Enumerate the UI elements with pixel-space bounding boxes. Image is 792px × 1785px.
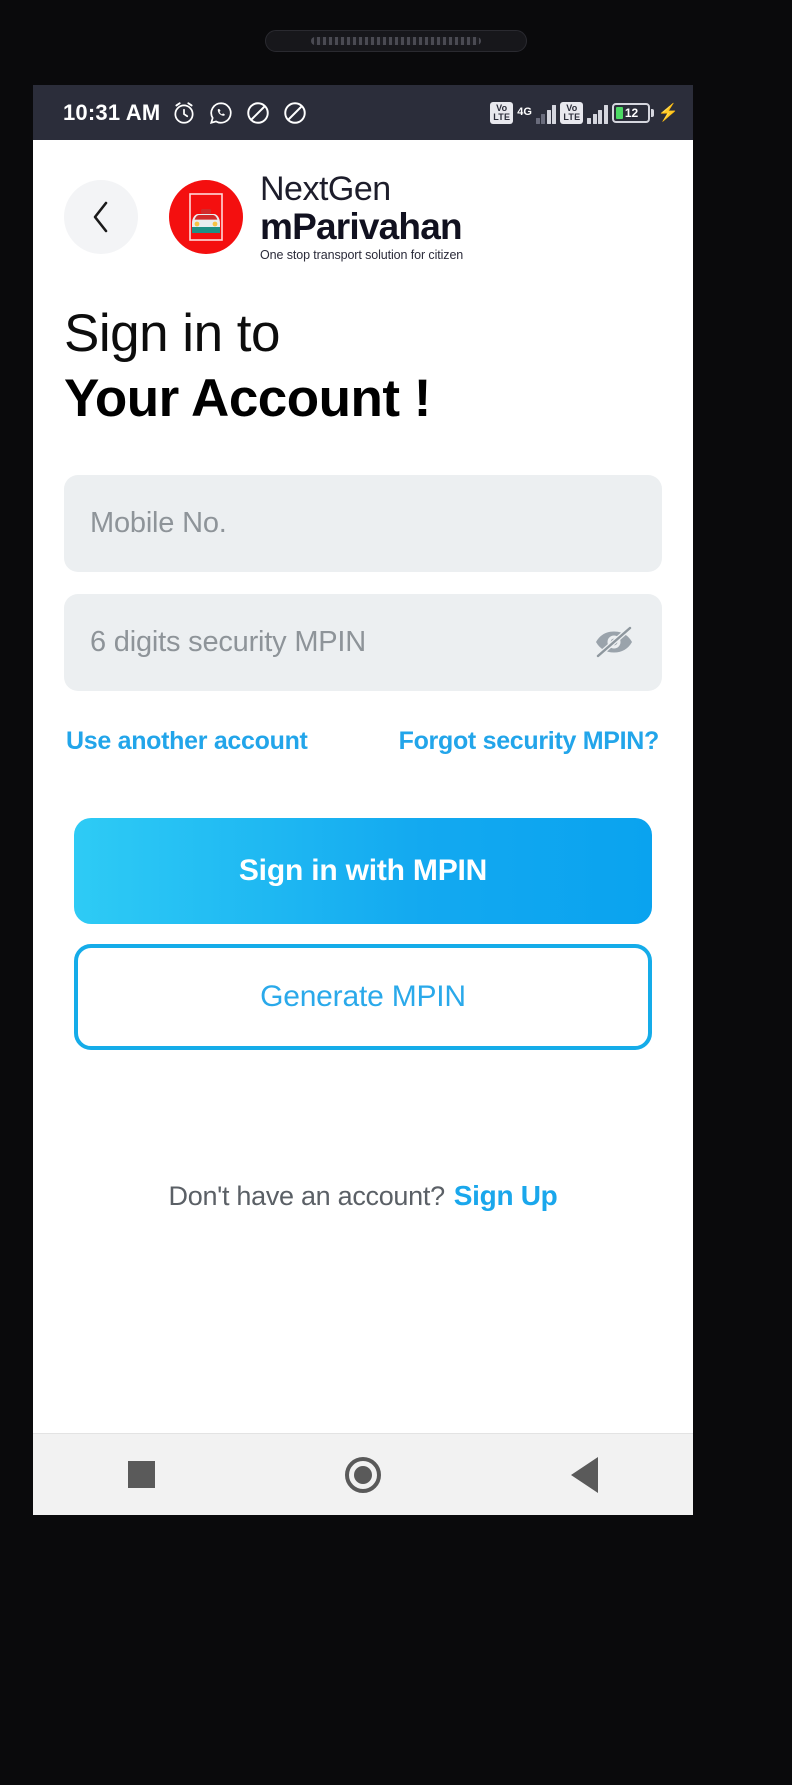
back-button[interactable] [64,180,138,254]
battery-indicator: 12 ⚡ [611,102,679,123]
status-bar-left: 10:31 AM [63,100,308,126]
signin-with-mpin-button[interactable]: Sign in with MPIN [74,817,652,924]
square-recents-icon[interactable] [128,1461,155,1488]
battery-body: 12 [611,102,650,123]
logo-circle [169,180,243,254]
device-bezel-bottom [0,1515,792,1785]
phone-screen: 10:31 AM Vo LTE 4G Vo LTE 12 ⚡ NextGen m… [33,85,693,1515]
page-title-line-two: Your Account ! [64,369,431,429]
toggle-mpin-visibility-button[interactable] [590,622,638,662]
eye-off-icon [595,625,633,659]
volte-bottom-text: LTE [493,111,511,122]
battery-percent-label: 12 [624,105,639,120]
signup-link[interactable]: Sign Up [454,1180,558,1212]
signup-row: Don't have an account? Sign Up [64,1180,662,1212]
use-another-account-link[interactable]: Use another account [66,727,308,756]
status-clock: 10:31 AM [63,99,161,125]
generate-mpin-button[interactable]: Generate MPIN [74,943,652,1050]
forgot-mpin-link[interactable]: Forgot security MPIN? [399,727,660,756]
chevron-left-icon [93,201,108,233]
brand-logo-group: NextGen mParivahan One stop transport so… [169,172,463,262]
android-navigation-bar [33,1433,693,1515]
volte-badge-sim2: Vo LTE [560,101,584,124]
page-title: Sign in to Your Account ! [33,268,693,429]
status-bar: 10:31 AM Vo LTE 4G Vo LTE 12 ⚡ [33,85,693,140]
earpiece-notch [265,30,527,52]
brand-line-one: NextGen [260,170,391,209]
dnd-icon [284,101,307,124]
brand-tagline: One stop transport solution for citizen [260,248,464,263]
battery-fill [615,106,623,119]
device-bezel-top [0,0,792,85]
dnd-icon [247,101,270,124]
signal-bars-sim1 [535,104,557,124]
signin-form: Mobile No. 6 digits security MPIN Use an… [33,429,693,1212]
triangle-back-icon[interactable] [571,1456,598,1493]
circle-home-icon[interactable] [345,1456,381,1493]
car-logo-icon [189,193,223,241]
brand-text: NextGen mParivahan One stop transport so… [260,172,463,262]
mobile-number-placeholder: Mobile No. [90,506,227,539]
speaker-grill [311,37,481,45]
mobile-number-field[interactable]: Mobile No. [64,474,662,572]
signup-question: Don't have an account? [168,1180,446,1211]
battery-cap [650,108,654,117]
charging-bolt-icon: ⚡ [657,103,679,122]
volte-badge-sim1: Vo LTE [490,101,514,124]
signal-bars-sim2 [587,104,608,124]
mpin-placeholder: 6 digits security MPIN [90,625,367,658]
phone-device: 10:31 AM Vo LTE 4G Vo LTE 12 ⚡ NextGen m… [0,0,792,1785]
form-links-row: Use another account Forgot security MPIN… [64,713,662,756]
volte-bottom-text: LTE [563,111,581,122]
brand-line-two: mParivahan [260,206,463,248]
whatsapp-icon [210,101,232,124]
mpin-field[interactable]: 6 digits security MPIN [64,593,662,691]
alarm-icon [174,101,194,124]
status-bar-right: Vo LTE 4G Vo LTE 12 ⚡ [490,101,679,124]
network-type-label: 4G [517,105,532,118]
app-header: NextGen mParivahan One stop transport so… [33,140,693,268]
page-title-line-one: Sign in to [64,304,280,363]
